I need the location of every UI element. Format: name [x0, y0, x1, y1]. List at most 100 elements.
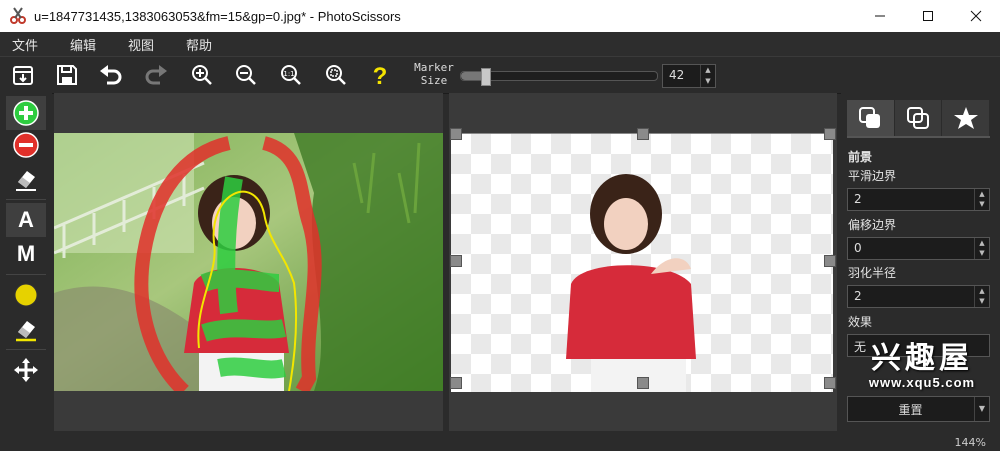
tab-effects[interactable]: [942, 100, 991, 136]
zoom-out-icon: [236, 65, 256, 85]
zoom-in-button[interactable]: [189, 62, 215, 88]
left-toolbox: A M: [0, 92, 52, 451]
save-button[interactable]: [54, 62, 80, 88]
crop-handle[interactable]: [450, 255, 462, 267]
crop-handle[interactable]: [824, 377, 836, 389]
color-marker-tool[interactable]: [6, 278, 46, 312]
svg-text:1:1: 1:1: [283, 70, 294, 78]
svg-text:?: ?: [373, 63, 388, 88]
move-tool[interactable]: [6, 353, 46, 387]
spin-arrows-icon[interactable]: ▲ ▼: [700, 65, 715, 87]
smooth-input[interactable]: 2 ▲ ▼: [847, 188, 990, 211]
spin-arrows-icon[interactable]: ▲ ▼: [974, 286, 989, 307]
feather-value: 2: [854, 289, 862, 303]
auto-mode-tool[interactable]: A: [6, 203, 46, 237]
crop-handle[interactable]: [450, 377, 462, 389]
manual-mode-tool[interactable]: M: [6, 237, 46, 271]
marker-label-line1: Marker: [414, 61, 454, 74]
effect-label: 效果: [848, 315, 873, 329]
minimize-button[interactable]: [856, 0, 904, 32]
eraser-icon: [16, 171, 36, 191]
chevron-down-icon[interactable]: ▼: [974, 397, 989, 421]
color-eraser-tool[interactable]: [6, 312, 46, 346]
maximize-button[interactable]: [904, 0, 952, 32]
marker-size-slider[interactable]: [460, 68, 658, 86]
actual-size-button[interactable]: 1:1: [278, 62, 304, 88]
keep-marker-tool[interactable]: [6, 96, 46, 130]
close-icon: [970, 10, 982, 22]
zoom-out-button[interactable]: [233, 62, 259, 88]
menu-bar: 文件 编辑 视图 帮助: [0, 32, 1000, 56]
close-button[interactable]: [952, 0, 1000, 32]
window-title: u=1847731435,1383063053&fm=15&gp=0.jpg* …: [34, 8, 401, 24]
auto-mode-letter: A: [18, 207, 34, 232]
feather-label: 羽化半径: [848, 266, 897, 280]
tab-background[interactable]: [894, 100, 943, 136]
offset-input[interactable]: 0 ▲ ▼: [847, 237, 990, 260]
result-canvas[interactable]: [449, 93, 837, 431]
result-photo[interactable]: [451, 133, 833, 392]
crop-handle[interactable]: [450, 128, 462, 140]
cutout-figure: [566, 174, 696, 392]
tab-foreground[interactable]: [847, 100, 895, 136]
marker-label-line2: Size: [420, 74, 448, 87]
undo-icon: [100, 65, 122, 85]
foreground-tab-icon: [859, 107, 881, 128]
remove-marker-tool[interactable]: [6, 128, 46, 162]
zoom-in-icon: [192, 65, 212, 85]
smooth-value: 2: [854, 192, 862, 206]
open-icon: [13, 66, 33, 85]
watermark: 兴趣屋 www.xqu5.com: [862, 341, 982, 391]
properties-panel: 前景 平滑边界 2 ▲ ▼ 偏移边界 0 ▲ ▼ 羽化半径 2 ▲ ▼ 效果 无 重置…: [841, 92, 1000, 451]
menu-view[interactable]: 视图: [116, 35, 166, 54]
maximize-icon: [923, 11, 933, 21]
zoom-level: 144%: [954, 436, 986, 449]
spin-arrows-icon[interactable]: ▲ ▼: [974, 238, 989, 259]
title-bar: u=1847731435,1383063053&fm=15&gp=0.jpg* …: [0, 0, 1000, 32]
marker-size-label: Marker Size: [410, 61, 458, 87]
reset-label: 重置: [898, 403, 923, 417]
watermark-url: www.xqu5.com: [868, 375, 976, 390]
scissors-app-icon: [10, 7, 26, 24]
effects-tab-icon: [953, 107, 978, 129]
source-canvas[interactable]: [54, 93, 443, 431]
crop-handle[interactable]: [824, 128, 836, 140]
color-eraser-icon: [16, 321, 36, 342]
reset-button[interactable]: 重置 ▼: [847, 396, 990, 422]
crop-handle[interactable]: [824, 255, 836, 267]
menu-help[interactable]: 帮助: [174, 35, 224, 54]
crop-handle[interactable]: [637, 128, 649, 140]
fit-window-button[interactable]: [323, 62, 349, 88]
menu-file[interactable]: 文件: [0, 35, 50, 54]
menu-edit[interactable]: 编辑: [58, 35, 108, 54]
keep-marker-icon: [13, 100, 39, 126]
help-icon: ?: [373, 63, 388, 88]
watermark-brand: 兴趣屋: [871, 341, 973, 376]
feather-input[interactable]: 2 ▲ ▼: [847, 285, 990, 308]
help-button[interactable]: ?: [367, 62, 393, 88]
eraser-tool[interactable]: [6, 162, 46, 196]
move-icon: [14, 358, 38, 382]
smooth-label: 平滑边界: [848, 169, 897, 183]
spin-arrows-icon[interactable]: ▲ ▼: [974, 189, 989, 210]
marker-size-value: 42: [669, 68, 685, 82]
toolbar: 1:1 ? Marker Size 42 ▲ ▼: [0, 56, 1000, 94]
open-button[interactable]: [10, 62, 36, 88]
section-title: 前景: [848, 150, 873, 164]
actual-size-icon: 1:1: [281, 65, 301, 85]
save-icon: [57, 65, 77, 85]
crop-handle[interactable]: [637, 377, 649, 389]
background-tab-icon: [907, 107, 929, 129]
marker-size-input[interactable]: 42 ▲ ▼: [662, 64, 716, 88]
remove-marker-icon: [13, 132, 39, 158]
redo-icon: [145, 65, 167, 85]
source-photo[interactable]: [54, 133, 443, 391]
offset-value: 0: [854, 241, 862, 255]
minimize-icon: [875, 15, 885, 17]
slider-thumb[interactable]: [480, 68, 491, 86]
undo-button[interactable]: [98, 62, 124, 88]
panel-tabs: [847, 100, 991, 136]
redo-button[interactable]: [143, 62, 169, 88]
color-picker-icon: [14, 283, 38, 307]
fit-window-icon: [326, 65, 346, 85]
